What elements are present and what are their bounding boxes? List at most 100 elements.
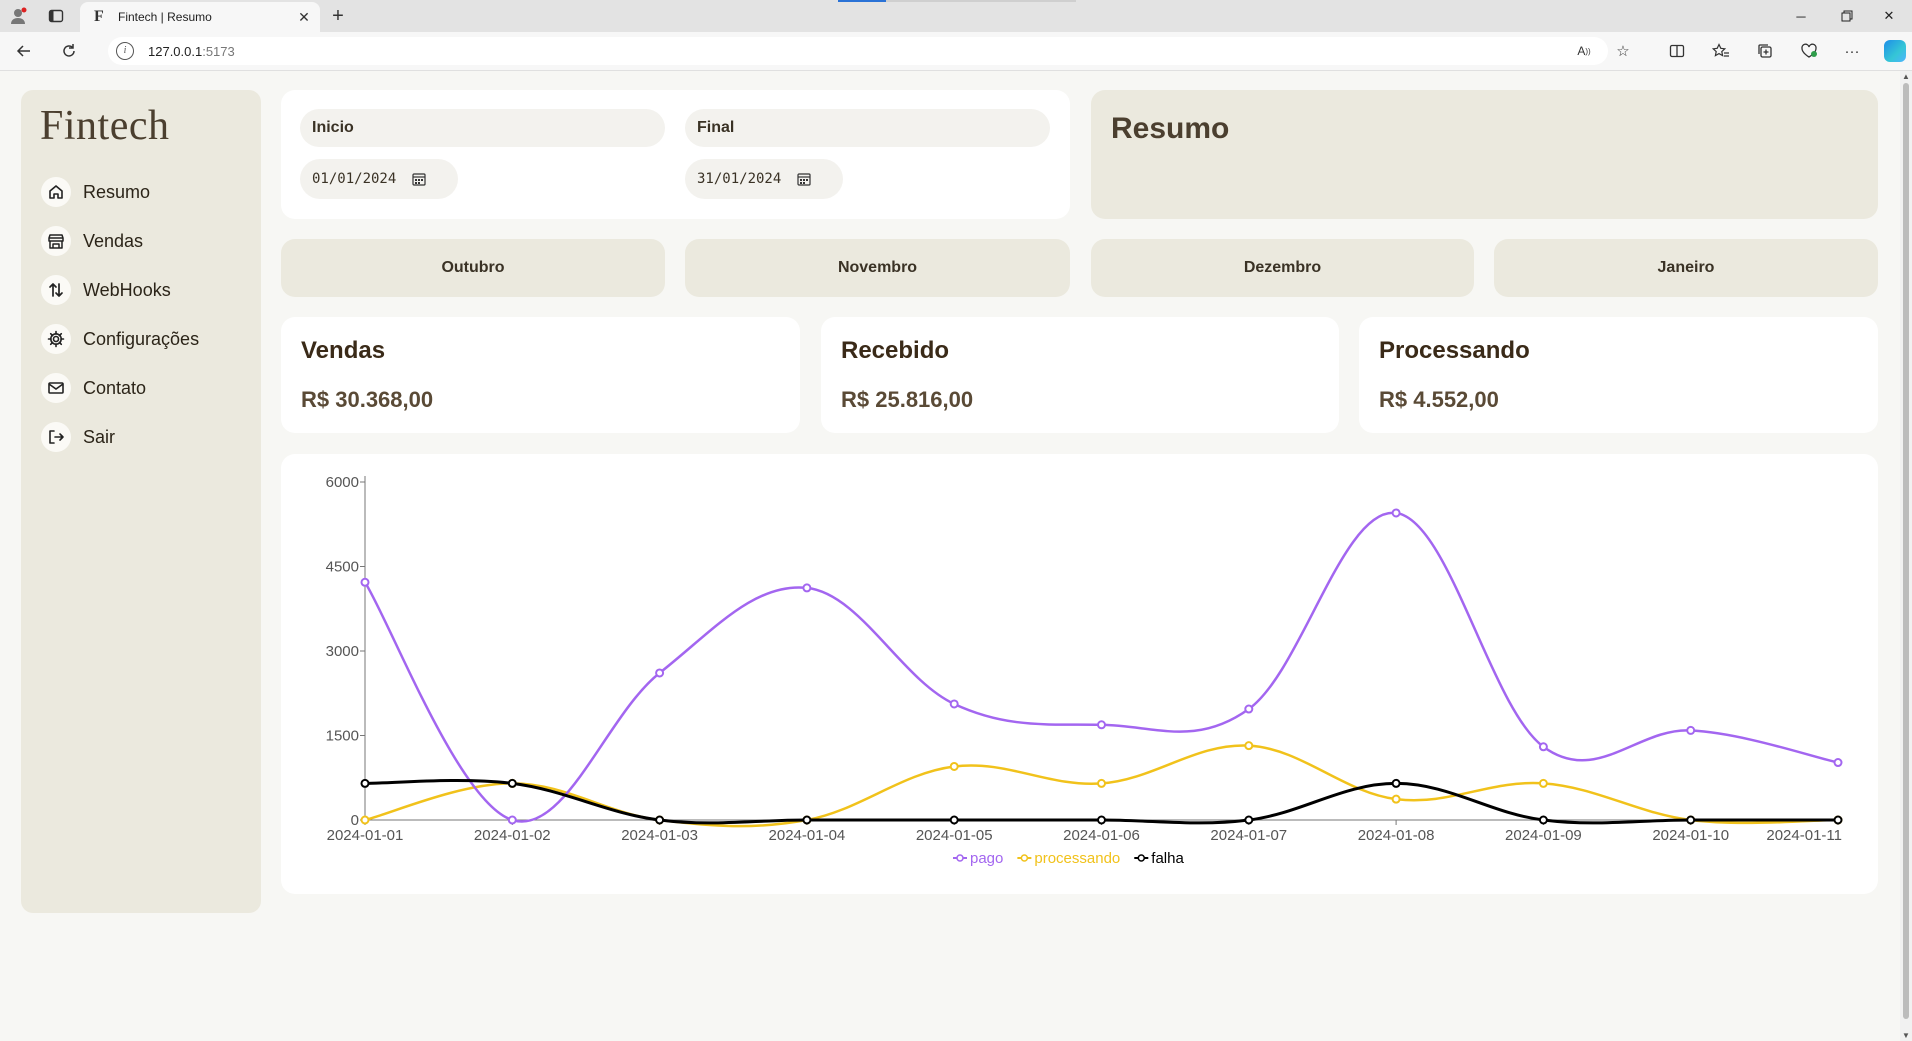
x-tick-label: 2024-01-11 [1766,827,1842,844]
x-tick-label: 2024-01-09 [1505,827,1582,844]
data-point-pago [507,815,517,825]
new-tab-button[interactable]: + [326,4,350,28]
stat-value: R$ 30.368,00 [301,387,434,412]
data-point-pago [1686,725,1696,735]
x-tick-label: 2024-01-04 [769,827,846,844]
url-host: 127.0.0.1 [148,43,203,59]
sidebar-item-contato[interactable]: Contato [41,372,146,404]
x-tick-label: 2024-01-08 [1358,827,1435,844]
data-point-processando [1244,741,1254,751]
data-point-pago [802,583,812,593]
sidebar-item-label: Sair [83,426,116,447]
data-point-pago [1833,758,1843,768]
legend-label: falha [1151,850,1184,867]
browser-tab-bar: F Fintech | Resumo ✕ + ─ ✕ [0,0,1912,32]
start-date-value: 01/01/2024 [312,171,397,187]
month-button-outubro[interactable]: Outubro [281,239,665,297]
data-point-falha [1686,815,1696,825]
data-point-falha [1833,815,1843,825]
data-point-pago [949,699,959,709]
copilot-icon[interactable] [1884,40,1906,62]
x-tick-label: 2024-01-07 [1210,827,1287,844]
data-point-processando [360,815,370,825]
sidebar-item-label: Configurações [83,328,200,349]
month-button-janeiro[interactable]: Janeiro [1494,239,1878,297]
back-icon[interactable] [13,40,35,62]
series-line-pago [363,511,1839,823]
y-tick-label: 6000 [326,474,359,491]
tab-close-icon[interactable]: ✕ [292,9,316,26]
scrollbar-thumb[interactable] [1903,83,1909,1019]
tab-loading-indicator [838,0,886,2]
legend-swatch-point [956,854,964,862]
favorite-star-icon[interactable]: ☆ [1613,41,1633,61]
y-tick-label: 3000 [326,643,359,660]
window-close-icon[interactable]: ✕ [1866,0,1912,32]
legend-swatch-point [1137,854,1146,862]
site-info-icon[interactable]: i [116,42,134,60]
legend-label: pago [970,850,1003,867]
restore-icon[interactable] [1824,0,1870,32]
end-date-input[interactable]: 31/01/2024 [685,159,843,199]
sales-line-chart: 015003000450060002024-01-01 2024-01-02 202… [326,474,1843,867]
reload-icon[interactable] [58,40,80,62]
sidebar-item-vendas[interactable]: Vendas [41,225,143,257]
data-point-processando [1538,778,1548,788]
data-point-falha [1097,815,1106,825]
url-field[interactable]: i 127.0.0.1:5173 [108,37,1608,65]
y-tick-label: 1500 [326,728,359,745]
url-port: :5173 [202,43,235,59]
legend-label: processando [1034,850,1120,867]
url-text: 127.0.0.1:5173 [148,44,235,59]
month-button-novembro[interactable]: Novembro [685,239,1070,297]
split-screen-icon[interactable] [1667,41,1687,61]
more-options-icon[interactable]: ··· [1842,41,1862,61]
data-point-pago [360,577,370,587]
stat-title: Vendas [301,337,386,364]
gear-icon [41,324,71,354]
profile-icon[interactable] [8,6,28,26]
sidebar-item-webhooks[interactable]: WebHooks [41,274,171,306]
home-icon [41,177,71,207]
data-point-falha [1538,815,1548,825]
logout-icon [41,422,71,452]
sidebar-item-resumo[interactable]: Resumo [41,176,150,208]
app-logo[interactable]: Fintech [40,102,169,150]
sidebar-item-sair[interactable]: Sair [41,421,115,453]
scroll-up-arrow-icon[interactable]: ▲ [1901,72,1911,81]
data-point-pago [1538,742,1548,752]
data-point-falha [655,815,665,825]
scroll-down-arrow-icon[interactable]: ▼ [1901,1031,1911,1040]
sidebar-item-label: Resumo [83,181,151,202]
favorites-icon[interactable] [1711,41,1731,61]
sidebar-item-configuracoes[interactable]: Configurações [41,323,199,355]
read-aloud-icon[interactable]: A)) [1574,41,1594,61]
stat-card-vendas: Vendas R$ 30.368,00 [281,317,800,433]
sidebar-item-label: Vendas [83,230,144,251]
calendar-icon[interactable] [412,172,426,186]
page-scrollbar[interactable]: ▲ ▼ [1900,71,1912,1041]
arrows-updown-icon [41,275,71,305]
tab-loading-track [886,0,1076,2]
sidebar: Fintech Resumo Vendas WebHooks Configura… [21,90,261,913]
tab-favicon: F [94,8,104,25]
tab-title: Fintech | Resumo [118,10,212,24]
y-tick-label: 4500 [326,559,359,576]
browser-essentials-icon[interactable] [1799,41,1819,61]
data-point-falha [1391,778,1401,788]
tab-actions-icon[interactable] [46,6,66,26]
data-point-pago [1097,720,1106,730]
month-button-dezembro[interactable]: Dezembro [1091,239,1474,297]
end-date-value: 31/01/2024 [697,171,782,187]
stat-card-processando: Processando R$ 4.552,00 [1359,317,1878,433]
browser-tab-active[interactable]: F Fintech | Resumo ✕ [80,2,320,32]
minimize-icon[interactable]: ─ [1778,0,1824,32]
x-tick-label: 2024-01-06 [1063,827,1140,844]
store-icon [41,226,71,256]
calendar-icon[interactable] [797,172,811,186]
data-point-pago [1244,704,1254,714]
end-date-label: Final [685,109,1050,147]
start-date-input[interactable]: 01/01/2024 [300,159,458,199]
x-tick-label: 2024-01-10 [1652,827,1729,844]
collections-icon[interactable] [1755,41,1775,61]
